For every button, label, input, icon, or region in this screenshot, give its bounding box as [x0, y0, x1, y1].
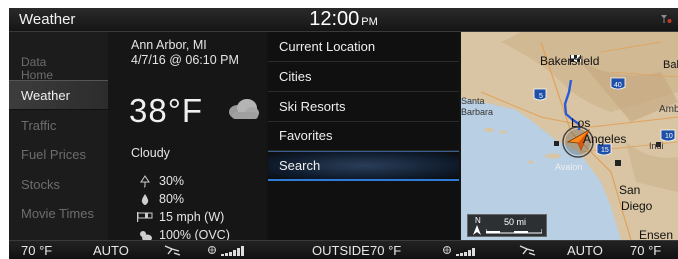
- airflow-seat-icon[interactable]: [517, 244, 537, 257]
- option-label: Cities: [279, 69, 312, 84]
- umbrella-icon: [135, 174, 155, 188]
- report-datetime: 4/7/16 @ 06:10 PM: [131, 53, 239, 67]
- sidebar-item-label: Stocks: [21, 176, 61, 192]
- outside-temperature: 70 °F: [370, 243, 402, 258]
- fan-speed-left-icon[interactable]: [207, 244, 255, 257]
- outside-label: OUTSIDE: [312, 243, 370, 258]
- wind-row: 15 mph (W): [135, 210, 224, 224]
- shield-label-15: 15: [601, 147, 609, 154]
- map-label-angeles: Angeles: [583, 132, 627, 146]
- weather-options-list: Current Location Cities Ski Resorts Favo…: [268, 32, 459, 240]
- driver-auto-mode[interactable]: AUTO: [93, 243, 129, 258]
- option-label: Search: [279, 158, 321, 173]
- sidebar-item-weather[interactable]: Weather: [9, 80, 108, 110]
- map-label-bakersfield: Bakersfield: [540, 54, 600, 68]
- option-current-location[interactable]: Current Location: [268, 32, 459, 62]
- map-label-los: Los: [571, 116, 591, 130]
- option-ski-resorts[interactable]: Ski Resorts: [268, 92, 459, 122]
- option-label: Favorites: [279, 128, 333, 143]
- sidebar-item-label: Traffic: [21, 117, 57, 133]
- fan-speed-right-icon[interactable]: [442, 244, 490, 257]
- precipitation-row: 30%: [135, 174, 184, 188]
- droplet-icon: [135, 193, 155, 206]
- sidebar-item-movie-times[interactable]: Movie Times: [9, 198, 108, 228]
- option-label: Current Location: [279, 39, 376, 54]
- north-indicator: N: [475, 216, 481, 225]
- current-temperature: 38°F: [129, 92, 204, 129]
- sidebar-item-label: Movie Times: [21, 205, 94, 221]
- wind-value: 15 mph (W): [159, 210, 225, 224]
- clock-ampm: PM: [361, 16, 378, 28]
- airflow-seat-icon[interactable]: [162, 244, 182, 257]
- driver-temperature[interactable]: 70 °F: [21, 243, 52, 258]
- sidebar-item-stocks[interactable]: Stocks: [9, 169, 108, 199]
- clock-time: 12:00: [309, 8, 360, 30]
- map-label-avalon: Avalon: [555, 162, 583, 172]
- shield-label-5: 5: [539, 93, 543, 100]
- map-label-barbara: Barbara: [461, 107, 494, 117]
- sidebar-item-label: Weather: [21, 87, 70, 103]
- sidebar-item-fuel-prices[interactable]: Fuel Prices: [9, 139, 108, 169]
- option-search[interactable]: Search: [268, 151, 459, 181]
- infotainment-screen: Weather 12:00 PM Data Home Weather Traffi…: [9, 8, 678, 259]
- navigation-map[interactable]: Bakersfield Bak Santa Barbara Amb Los An…: [461, 32, 678, 240]
- option-favorites[interactable]: Favorites: [268, 121, 459, 151]
- shield-label-10: 10: [665, 133, 673, 140]
- location-info: Ann Arbor, MI 4/7/16 @ 06:10 PM: [131, 38, 239, 68]
- status-bar: Weather 12:00 PM: [9, 8, 678, 32]
- north-arrow-icon: [473, 225, 481, 235]
- option-label: Ski Resorts: [279, 99, 346, 114]
- map-label-san: San: [619, 183, 641, 197]
- map-label-bak: Bak: [663, 59, 678, 71]
- map-label-amb: Amb: [659, 104, 678, 115]
- sidebar-item-traffic[interactable]: Traffic: [9, 110, 108, 140]
- sidebar-item-label: Fuel Prices: [21, 146, 87, 162]
- cloud-icon: [229, 99, 259, 119]
- map-label-ensen: Ensen: [639, 228, 674, 240]
- humidity-value: 80%: [159, 192, 185, 206]
- humidity-row: 80%: [135, 192, 184, 206]
- wind-flag-icon: [135, 211, 155, 223]
- passenger-temperature[interactable]: 70 °F: [630, 243, 661, 258]
- clock: 12:00 PM: [9, 8, 678, 31]
- no-signal-icon: [661, 15, 672, 23]
- precipitation-value: 30%: [159, 174, 185, 188]
- scale-distance: 50 mi: [504, 217, 527, 227]
- climate-bar: 70 °F AUTO OUTSIDE 70 °F AUTO 70 °F: [9, 240, 678, 259]
- map-label-santa: Santa: [461, 96, 485, 106]
- weather-condition: Cloudy: [131, 146, 170, 160]
- location-name: Ann Arbor, MI: [131, 38, 207, 52]
- passenger-auto-mode[interactable]: AUTO: [567, 243, 603, 258]
- scale-bar: [486, 229, 542, 234]
- shield-label-40: 40: [614, 82, 622, 89]
- sidebar-menu: Data Home Weather Traffic Fuel Prices St…: [9, 32, 108, 240]
- map-label-indi: Indi: [649, 141, 664, 151]
- map-scale: N 50 mi: [467, 214, 547, 237]
- map-label-diego: Diego: [621, 199, 653, 213]
- option-cities[interactable]: Cities: [268, 62, 459, 92]
- weather-detail-panel: Ann Arbor, MI 4/7/16 @ 06:10 PM 38°F Clo…: [108, 32, 266, 242]
